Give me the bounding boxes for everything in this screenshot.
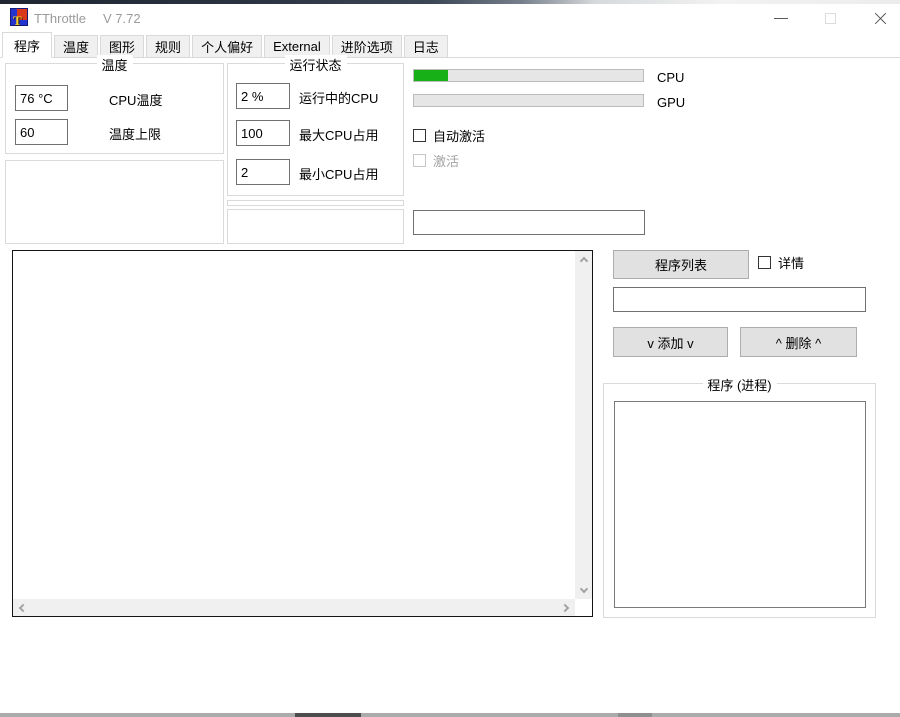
tab-bar: 程序 温度 图形 规则 个人偏好 External 进阶选项 日志 <box>0 32 900 58</box>
max-cpu-field[interactable] <box>236 120 290 146</box>
tab-temperature[interactable]: 温度 <box>54 35 99 57</box>
min-cpu-field[interactable] <box>236 159 290 185</box>
add-button[interactable]: v 添加 v <box>613 327 728 357</box>
window-title: TThrottle <box>34 11 87 26</box>
close-button[interactable] <box>858 4 900 32</box>
cpu-temp-field[interactable] <box>15 85 68 111</box>
running-cpu-label: 运行中的CPU <box>299 91 379 106</box>
tab-preferences[interactable]: 个人偏好 <box>192 35 263 57</box>
chevron-right-icon[interactable] <box>560 603 570 612</box>
maximize-button[interactable] <box>808 4 853 32</box>
auto-activate-checkbox[interactable]: 自动激活 <box>413 126 485 145</box>
maximize-icon <box>825 12 836 24</box>
temp-limit-field[interactable] <box>15 119 68 145</box>
window-version: V 7.72 <box>103 11 141 26</box>
tab-graphics[interactable]: 图形 <box>100 35 145 57</box>
cpu-temp-label: CPU温度 <box>109 93 163 108</box>
window: { "window": { "icon_letter": "T", "title… <box>0 0 900 717</box>
process-group: 程序 (进程) <box>603 375 876 618</box>
tab-advanced[interactable]: 进阶选项 <box>331 35 402 57</box>
gpu-bar-label: GPU <box>657 95 686 110</box>
tab-log[interactable]: 日志 <box>403 35 448 57</box>
cpu-bar-label: CPU <box>657 70 685 85</box>
checkbox-icon <box>413 154 426 167</box>
horizontal-scrollbar[interactable] <box>13 599 575 616</box>
max-cpu-label: 最大CPU占用 <box>299 128 379 143</box>
taskbar-fragment <box>618 713 652 717</box>
cpu-usage-bar <box>413 69 644 82</box>
chevron-down-icon[interactable] <box>579 584 588 594</box>
activate-checkbox: 激活 <box>413 151 459 170</box>
main-listbox[interactable] <box>12 250 593 617</box>
program-list-button[interactable]: 程序列表 <box>613 250 749 279</box>
vertical-scrollbar[interactable] <box>575 251 592 599</box>
running-cpu-field[interactable] <box>236 83 290 109</box>
gpu-usage-bar <box>413 94 644 107</box>
app-icon: T <box>10 8 28 28</box>
threshold-input[interactable] <box>413 210 645 235</box>
details-checkbox[interactable]: 详情 <box>758 253 804 272</box>
process-listbox[interactable] <box>614 401 866 608</box>
taskbar-edge-strip <box>0 713 900 717</box>
min-cpu-label: 最小CPU占用 <box>299 167 379 182</box>
titlebar: T TThrottle V 7.72 <box>0 4 900 32</box>
checkbox-icon <box>758 256 771 269</box>
details-label: 详情 <box>778 256 805 271</box>
process-group-title: 程序 (进程) <box>702 375 777 394</box>
minimize-button[interactable] <box>758 4 803 32</box>
chevron-up-icon[interactable] <box>579 256 588 266</box>
program-name-input[interactable] <box>613 287 866 312</box>
app-icon-letter: T <box>13 13 22 28</box>
tab-rules[interactable]: 规则 <box>146 35 191 57</box>
temperature-group-title: 温度 <box>96 55 133 74</box>
minimize-icon <box>773 17 788 19</box>
temp-limit-label: 温度上限 <box>109 127 162 142</box>
cpu-usage-fill <box>414 70 449 81</box>
close-icon <box>874 12 887 25</box>
taskbar-fragment <box>295 713 361 717</box>
tab-external[interactable]: External <box>264 35 330 57</box>
center-empty-group <box>227 209 404 244</box>
center-thin-group <box>227 200 404 206</box>
left-empty-group <box>5 160 224 244</box>
chevron-left-icon[interactable] <box>18 603 28 612</box>
checkbox-icon <box>413 129 426 142</box>
activate-label: 激活 <box>433 154 460 169</box>
tab-program[interactable]: 程序 <box>2 32 53 58</box>
auto-activate-label: 自动激活 <box>433 129 486 144</box>
run-status-group-title: 运行状态 <box>284 55 347 74</box>
remove-button[interactable]: ^ 删除 ^ <box>740 327 857 357</box>
